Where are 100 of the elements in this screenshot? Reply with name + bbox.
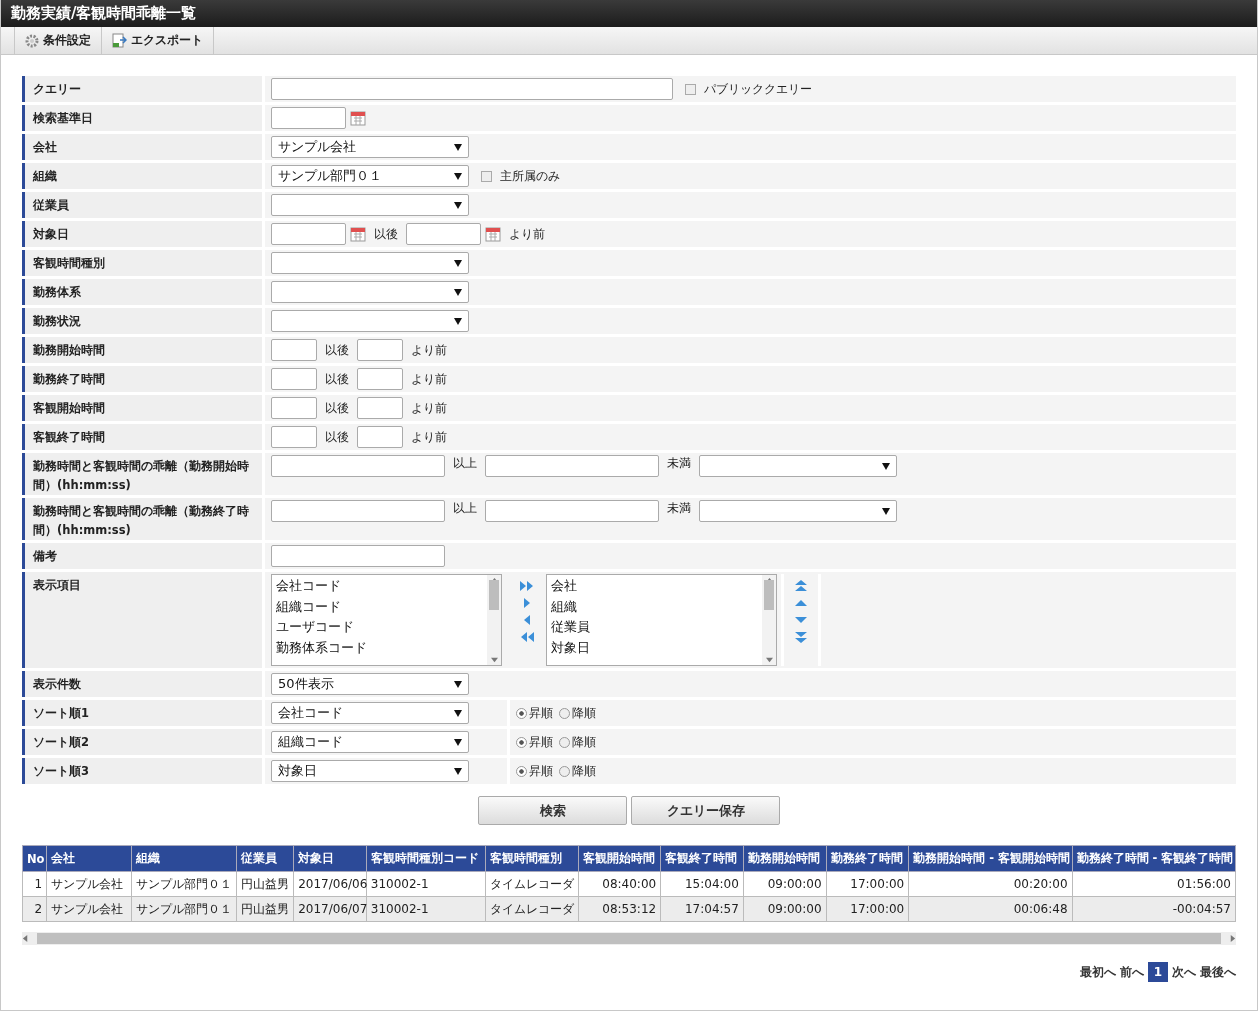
list-option[interactable]: 対象日 — [551, 637, 758, 658]
toolbar-button[interactable]: エクスポート — [101, 27, 214, 54]
query-input[interactable] — [271, 78, 673, 100]
dropdown-caret-icon — [454, 201, 462, 209]
table-cell: 08:40:00 — [578, 871, 661, 897]
column-header[interactable]: No — [22, 845, 47, 872]
scroll-down-icon[interactable] — [765, 656, 773, 663]
select-field[interactable]: 50件表示 — [271, 673, 469, 695]
memo-input[interactable] — [271, 545, 445, 567]
select-field[interactable] — [271, 281, 469, 303]
scroll-left-icon[interactable] — [22, 935, 29, 942]
select-field[interactable] — [271, 310, 469, 332]
search-button[interactable]: 検索 — [478, 796, 627, 825]
time-input[interactable] — [357, 368, 403, 390]
list-option[interactable]: 組織 — [551, 596, 758, 617]
select-field[interactable]: 会社コード — [271, 702, 469, 724]
remove-all-icon[interactable] — [520, 631, 534, 643]
select-field[interactable]: 組織コード — [271, 731, 469, 753]
move-top-icon[interactable] — [794, 580, 808, 592]
radio-button[interactable] — [559, 765, 570, 777]
scrollbar-thumb[interactable] — [489, 580, 499, 610]
page-number[interactable]: 1 — [1147, 962, 1168, 982]
range-suffix: 以上 — [453, 500, 477, 517]
time-input[interactable] — [485, 455, 659, 477]
select-field[interactable]: サンプル会社 — [271, 136, 469, 158]
checkbox[interactable] — [685, 83, 696, 95]
table-cell: サンプル部門０１ — [131, 896, 237, 922]
column-header[interactable]: 勤務終了時間 — [826, 845, 909, 872]
time-input[interactable] — [271, 397, 317, 419]
radio-button[interactable] — [516, 736, 527, 748]
select-field[interactable]: 対象日 — [271, 760, 469, 782]
scrollbar-thumb[interactable] — [37, 933, 1221, 944]
column-header[interactable]: 客観時間種別コード — [366, 845, 486, 872]
column-header[interactable]: 勤務開始時間 - 客観開始時間 — [908, 845, 1073, 872]
list-option[interactable]: 従業員 — [551, 617, 758, 638]
calendar-icon[interactable] — [485, 226, 501, 242]
available-listbox[interactable]: 会社コード 組織コード ユーザコード 勤務体系コード — [271, 574, 502, 666]
field-label: ソート順2 — [22, 729, 262, 755]
selected-listbox[interactable]: 会社 組織 従業員 対象日 — [546, 574, 777, 666]
time-input[interactable] — [357, 397, 403, 419]
scrollbar-thumb[interactable] — [764, 580, 774, 610]
scroll-right-icon[interactable] — [1229, 935, 1236, 942]
pager-link[interactable]: 前へ — [1119, 963, 1144, 981]
time-input[interactable] — [485, 500, 659, 522]
table-cell: -00:04:57 — [1072, 896, 1236, 922]
scroll-down-icon[interactable] — [490, 656, 498, 663]
column-header[interactable]: 従業員 — [236, 845, 294, 872]
list-option[interactable]: 勤務体系コード — [276, 637, 483, 658]
save-query-button[interactable]: クエリー保存 — [631, 796, 780, 825]
select-field[interactable] — [271, 194, 469, 216]
table-cell: 17:00:00 — [826, 871, 909, 897]
move-up-icon[interactable] — [794, 597, 808, 609]
time-input[interactable] — [271, 500, 445, 522]
select-field[interactable] — [271, 252, 469, 274]
calendar-icon[interactable] — [350, 226, 366, 242]
column-header[interactable]: 客観開始時間 — [578, 845, 661, 872]
pager-link[interactable]: 最後へ — [1200, 963, 1236, 981]
add-all-icon[interactable] — [520, 580, 534, 592]
column-header[interactable]: 会社 — [46, 845, 132, 872]
date-input[interactable] — [406, 223, 481, 245]
time-input[interactable] — [357, 426, 403, 448]
field-label: 客観終了時間 — [22, 424, 262, 450]
time-input[interactable] — [271, 368, 317, 390]
column-header[interactable]: 勤務開始時間 — [743, 845, 827, 872]
time-input[interactable] — [271, 426, 317, 448]
radio-button[interactable] — [559, 736, 570, 748]
move-bottom-icon[interactable] — [794, 631, 808, 643]
checkbox[interactable] — [481, 170, 492, 182]
calendar-icon[interactable] — [350, 110, 366, 126]
scrollbar[interactable] — [487, 575, 501, 665]
radio-button[interactable] — [516, 765, 527, 777]
time-input[interactable] — [271, 455, 445, 477]
column-header[interactable]: 客観終了時間 — [660, 845, 744, 872]
pager-link[interactable]: 次へ — [1172, 963, 1196, 981]
range-suffix: 以上 — [453, 455, 477, 472]
table-cell: 00:20:00 — [908, 871, 1073, 897]
toolbar-button[interactable]: 条件設定 — [14, 27, 102, 54]
select-field[interactable] — [699, 500, 897, 522]
radio-button[interactable] — [516, 707, 527, 719]
horizontal-scrollbar[interactable] — [22, 932, 1236, 945]
list-option[interactable]: 会社 — [551, 576, 758, 597]
scrollbar[interactable] — [762, 575, 776, 665]
date-input[interactable] — [271, 223, 346, 245]
radio-button[interactable] — [559, 707, 570, 719]
pager-link[interactable]: 最初へ — [1079, 963, 1116, 981]
list-option[interactable]: 会社コード — [276, 576, 483, 597]
move-down-icon[interactable] — [794, 614, 808, 626]
select-field[interactable]: サンプル部門０１ — [271, 165, 469, 187]
radio-label: 昇順 — [529, 733, 553, 751]
column-header[interactable]: 客観時間種別 — [485, 845, 578, 872]
time-input[interactable] — [357, 339, 403, 361]
date-input[interactable] — [271, 107, 346, 129]
column-header[interactable]: 組織 — [131, 845, 237, 872]
time-input[interactable] — [271, 339, 317, 361]
list-option[interactable]: ユーザコード — [276, 617, 483, 638]
column-header[interactable]: 勤務終了時間 - 客観終了時間 — [1072, 845, 1236, 872]
list-option[interactable]: 組織コード — [276, 596, 483, 617]
dropdown-caret-icon — [454, 680, 462, 688]
select-field[interactable] — [699, 455, 897, 477]
column-header[interactable]: 対象日 — [293, 845, 367, 872]
